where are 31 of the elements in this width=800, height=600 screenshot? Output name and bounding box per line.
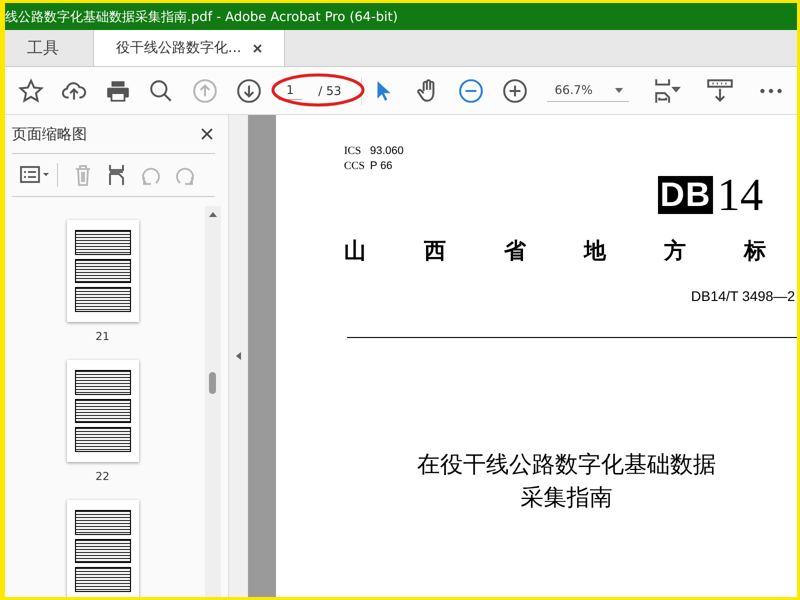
page-thumbnail[interactable] xyxy=(66,360,138,462)
scroll-up-icon[interactable] xyxy=(209,212,217,217)
panel-title: 页面缩略图 xyxy=(12,124,87,144)
meta-label: ICS xyxy=(344,145,362,157)
standard-logo: DB xyxy=(658,176,714,214)
heading-character: 方 xyxy=(664,238,686,266)
page-thumbnail[interactable] xyxy=(66,500,138,597)
close-icon[interactable] xyxy=(253,44,262,52)
page-thumbnail[interactable] xyxy=(66,220,138,322)
heading-character: 地 xyxy=(584,238,606,266)
window-title: 线公路数字化基础数据采集指南.pdf - Adobe Acrobat Pro (64-bit) xyxy=(5,8,398,26)
document-tab[interactable]: 役干线公路数字化... xyxy=(94,30,286,66)
scrollbar-thumb[interactable] xyxy=(209,372,216,394)
collapse-arrow-icon[interactable] xyxy=(236,352,241,360)
page-count: / 53 xyxy=(318,84,342,98)
zoom-dropdown[interactable]: 66.7% xyxy=(546,79,629,102)
page-number: 22 xyxy=(96,470,110,483)
close-icon[interactable] xyxy=(201,128,213,140)
standard-number: DB14/T 3498—2 xyxy=(691,288,796,304)
heading-character: 山 xyxy=(344,238,366,266)
meta-value: P 66 xyxy=(370,160,392,172)
heading-character: 省 xyxy=(504,238,526,266)
meta-label: CCS xyxy=(344,160,362,172)
document-title: 采集指南 xyxy=(520,484,612,513)
heading-character: 标 xyxy=(744,238,766,266)
page-number-field[interactable]: 1 xyxy=(278,81,302,100)
page-number: 21 xyxy=(96,330,110,343)
document-title: 在役干线公路数字化基础数据 xyxy=(417,451,716,480)
logo-number: 14 xyxy=(717,173,764,217)
heading-character: 西 xyxy=(424,238,446,266)
meta-value: 93.060 xyxy=(370,145,404,157)
